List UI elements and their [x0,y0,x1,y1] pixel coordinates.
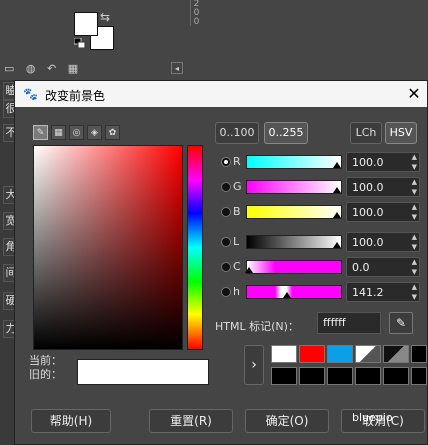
channel-label: h [233,285,240,298]
dock-tab-icons[interactable]: ▭ ◍ ↶ ▦ [4,62,82,75]
old-label: 旧的： [29,368,62,381]
decrement-icon[interactable]: ▼ [412,163,417,172]
change-foreground-dialog: 🐾 改变前景色 ✕ ✎ ▦ ◎ ◈ ✿ 0..100 0..255 LCh HS… [14,80,428,445]
gimp-wilber-icon: 🐾 [23,87,38,101]
decrement-icon[interactable]: ▼ [412,243,417,252]
spin-value: 0.0 [352,261,370,274]
channel-value-l[interactable]: 100.0 ▲ ▼ [346,232,420,252]
channel-label: R [233,155,241,168]
dock-menu-icon[interactable]: ◂ [171,62,183,74]
spin-value: 100.0 [352,156,384,169]
current-label: 当前： [29,354,62,367]
increment-icon[interactable]: ▲ [412,233,417,242]
channel-value-h[interactable]: 141.2 ▲ ▼ [346,282,420,302]
history-color[interactable] [299,367,325,385]
increment-icon[interactable]: ▲ [412,283,417,292]
watermark: bluepio [352,411,393,424]
channel-slider-l[interactable] [246,235,342,249]
history-color[interactable] [355,367,381,385]
history-color[interactable] [383,345,409,363]
decrement-icon[interactable]: ▼ [412,213,417,222]
triangle-selector-icon[interactable]: ◈ [87,125,102,140]
foreground-color-swatch[interactable] [74,12,98,36]
history-color[interactable] [411,367,427,385]
eyedropper-icon[interactable]: ✎ [389,312,413,334]
decrement-icon[interactable]: ▼ [412,293,417,302]
spin-value: 141.2 [352,286,384,299]
html-notation-input[interactable]: ffffff [317,312,381,334]
channel-slider-g[interactable] [246,180,342,194]
decrement-icon[interactable]: ▼ [412,268,417,277]
channel-slider-r[interactable] [246,155,342,169]
swap-colors-icon[interactable]: ⇆ [100,10,110,24]
color-preview [77,359,209,385]
wheel-selector-icon[interactable]: ◎ [69,125,84,140]
vertical-ruler: 2 0 0 [190,0,202,27]
saturation-value-square[interactable] [33,145,183,350]
history-color[interactable] [355,345,381,363]
channel-radio-h[interactable] [221,287,231,297]
html-notation-label: HTML 标记(N)： [215,320,299,333]
channel-radio-r[interactable] [221,157,231,167]
range-0-255-button[interactable]: 0..255 [264,122,308,144]
increment-icon[interactable]: ▲ [412,153,417,162]
channel-label: B [233,205,241,218]
channel-slider-b[interactable] [246,205,342,219]
history-color[interactable] [411,345,427,363]
increment-icon[interactable]: ▲ [412,203,417,212]
slider-marker [333,187,341,193]
slider-marker [333,162,341,168]
channel-radio-b[interactable] [221,207,231,217]
dialog-title: 改变前景色 [45,89,106,103]
channel-slider-c[interactable] [245,260,342,274]
increment-icon[interactable]: ▲ [412,178,417,187]
slider-marker [333,242,341,248]
channel-value-c[interactable]: 0.0 ▲ ▼ [346,257,420,277]
current-old-labels: 当前： 旧的： [29,354,62,382]
channel-value-g[interactable]: 100.0 ▲ ▼ [346,177,420,197]
slider-marker [245,267,253,273]
reset-colors-icon[interactable] [74,38,86,48]
gimp-selector-icon[interactable]: ✎ [33,125,48,140]
channel-radio-l[interactable] [221,237,231,247]
palette-selector-icon[interactable]: ✿ [105,125,120,140]
channel-value-r[interactable]: 100.0 ▲ ▼ [346,152,420,172]
ok-button[interactable]: 确定(O) [245,409,329,433]
reset-button[interactable]: 重置(R) [149,409,233,433]
history-color[interactable] [271,367,297,385]
increment-icon[interactable]: ▲ [412,258,417,267]
channel-label: L [233,235,240,248]
channel-label: G [233,180,242,193]
cmyk-selector-icon[interactable]: ▦ [51,125,66,140]
channel-value-b[interactable]: 100.0 ▲ ▼ [346,202,420,222]
help-button[interactable]: 帮助(H) [31,409,111,433]
spin-value: 100.0 [352,181,384,194]
dialog-titlebar: 🐾 改变前景色 ✕ [15,81,427,107]
hsv-button[interactable]: HSV [385,122,417,144]
add-to-history-button[interactable]: › [244,345,264,385]
hue-strip[interactable] [187,145,203,350]
channel-slider-h[interactable] [246,285,342,299]
chevron-right-icon: › [251,357,257,373]
channel-radio-c[interactable] [221,262,231,272]
slider-marker [283,292,291,298]
history-color[interactable] [327,367,353,385]
history-color[interactable] [327,345,353,363]
slider-marker [333,212,341,218]
range-0-100-button[interactable]: 0..100 [215,122,259,144]
lch-button[interactable]: LCh [350,122,382,144]
channel-radio-g[interactable] [221,182,231,192]
history-color[interactable] [271,345,297,363]
history-color[interactable] [299,345,325,363]
decrement-icon[interactable]: ▼ [412,188,417,197]
channel-label: C [233,260,241,273]
spin-value: 100.0 [352,236,384,249]
history-color[interactable] [383,367,409,385]
ruler-digit: 0 [193,17,200,27]
spin-value: 100.0 [352,206,384,219]
close-button[interactable]: ✕ [403,83,425,105]
